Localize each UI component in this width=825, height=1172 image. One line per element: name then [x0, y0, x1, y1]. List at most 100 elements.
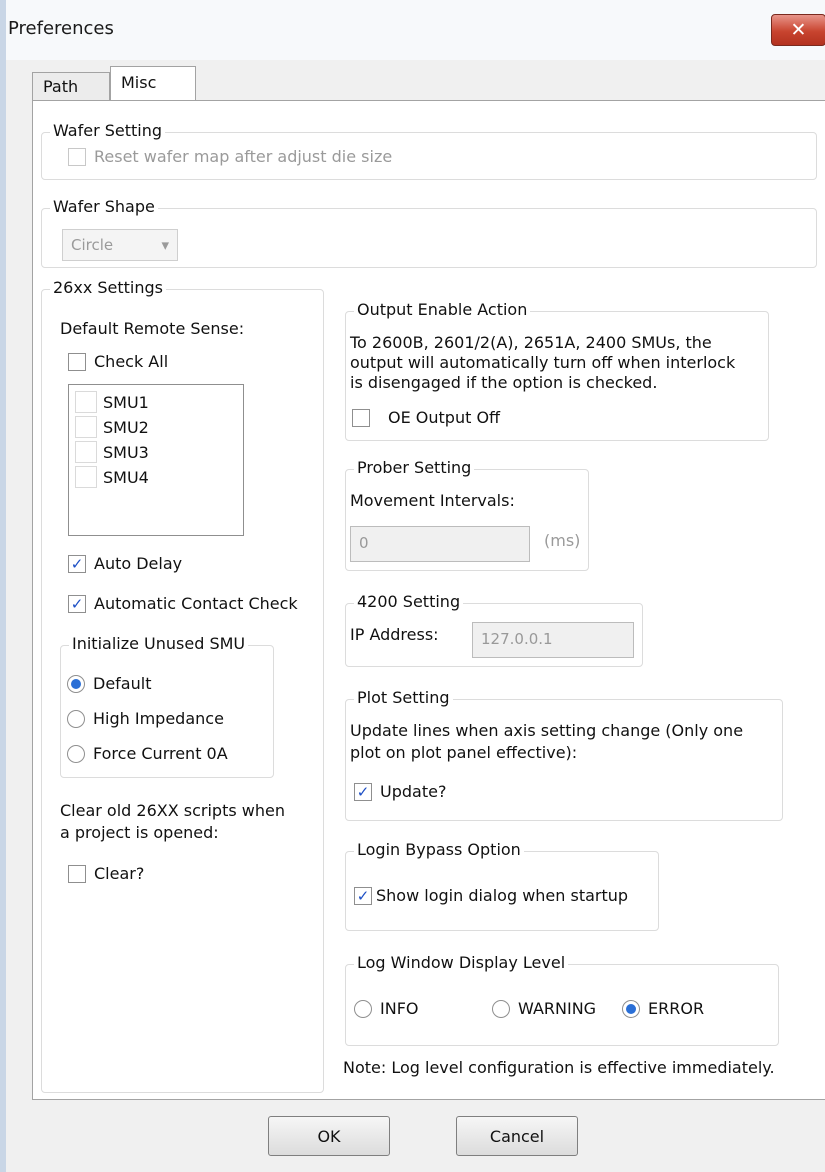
oe-output-off-option[interactable]: OE Output Off	[352, 408, 500, 427]
output-enable-desc-1: To 2600B, 2601/2(A), 2651A, 2400 SMUs, t…	[350, 333, 712, 352]
smu-list[interactable]: SMU1 SMU2 SMU3 SMU4	[68, 384, 244, 536]
auto-delay-checkbox[interactable]: ✓	[68, 554, 86, 573]
smu1-checkbox[interactable]	[75, 391, 97, 413]
update-option[interactable]: ✓ Update?	[354, 782, 446, 801]
reset-wafer-map-label: Reset wafer map after adjust die size	[94, 147, 393, 166]
misc-panel: Wafer Setting Reset wafer map after adju…	[32, 100, 825, 1100]
smu-list-item[interactable]: SMU4	[75, 466, 149, 488]
settings-26xx-group: 26xx Settings Default Remote Sense: Chec…	[41, 278, 324, 1093]
log-error-radio[interactable]	[622, 999, 640, 1018]
clear-scripts-text-2: a project is opened:	[60, 823, 219, 842]
auto-delay-option[interactable]: ✓ Auto Delay	[68, 554, 182, 573]
show-login-dialog-label: Show login dialog when startup	[376, 886, 629, 905]
radio-high-impedance[interactable]	[67, 709, 85, 728]
tab-strip: Path Misc	[6, 60, 825, 102]
cancel-button[interactable]: Cancel	[456, 1116, 578, 1156]
smu-list-item[interactable]: SMU2	[75, 416, 149, 438]
setting-4200-legend: 4200 Setting	[354, 592, 464, 611]
remote-sense-label: Default Remote Sense:	[60, 319, 245, 338]
wafer-shape-value: Circle	[71, 236, 114, 254]
plot-setting-legend: Plot Setting	[354, 688, 453, 707]
smu3-checkbox[interactable]	[75, 441, 97, 463]
auto-delay-label: Auto Delay	[94, 554, 183, 573]
plot-setting-desc-1: Update lines when axis setting change (O…	[350, 721, 744, 740]
wafer-setting-legend: Wafer Setting	[50, 121, 166, 140]
checkmark-icon: ✓	[356, 782, 370, 801]
check-all-checkbox[interactable]	[68, 352, 86, 371]
wafer-shape-legend: Wafer Shape	[50, 197, 158, 216]
wafer-shape-select[interactable]: Circle ▾	[62, 229, 178, 261]
log-error-label: ERROR	[648, 999, 705, 1018]
checkmark-icon: ✓	[70, 594, 84, 613]
radio-force-current-option[interactable]: Force Current 0A	[67, 744, 228, 763]
check-all-option[interactable]: Check All	[68, 352, 168, 371]
prober-setting-legend: Prober Setting	[354, 458, 475, 477]
show-login-dialog-option[interactable]: ✓ Show login dialog when startup	[354, 886, 628, 905]
log-level-legend: Log Window Display Level	[354, 953, 569, 972]
smu3-label: SMU3	[103, 442, 149, 462]
output-enable-group: Output Enable Action To 2600B, 2601/2(A)…	[345, 300, 769, 441]
oe-output-off-checkbox[interactable]	[352, 408, 370, 427]
log-error-option[interactable]: ERROR	[622, 999, 704, 1018]
movement-intervals-input[interactable]: 0	[350, 526, 530, 562]
radio-default[interactable]	[67, 674, 85, 693]
setting-4200-group: 4200 Setting IP Address: 127.0.0.1	[345, 592, 643, 667]
output-enable-desc-3: is disengaged if the option is checked.	[350, 373, 658, 392]
output-enable-legend: Output Enable Action	[354, 300, 531, 319]
wafer-shape-group: Wafer Shape Circle ▾	[41, 197, 817, 268]
plot-setting-group: Plot Setting Update lines when axis sett…	[345, 688, 783, 821]
clear-scripts-option[interactable]: Clear?	[68, 864, 144, 883]
update-label: Update?	[380, 782, 447, 801]
output-enable-desc-2: output will automatically turn off when …	[350, 353, 736, 372]
login-bypass-group: Login Bypass Option ✓ Show login dialog …	[345, 840, 659, 931]
title-bar: Preferences ✕	[6, 0, 825, 60]
radio-high-impedance-option[interactable]: High Impedance	[67, 709, 224, 728]
window-title: Preferences	[8, 18, 114, 39]
smu2-checkbox[interactable]	[75, 416, 97, 438]
radio-force-current-label: Force Current 0A	[93, 744, 228, 763]
prober-setting-group: Prober Setting Movement Intervals: 0 (ms…	[345, 458, 589, 571]
ok-button[interactable]: OK	[268, 1116, 390, 1156]
radio-high-impedance-label: High Impedance	[93, 709, 224, 728]
log-info-radio[interactable]	[354, 999, 372, 1018]
clear-scripts-text-1: Clear old 26XX scripts when	[60, 801, 285, 820]
clear-scripts-checkbox[interactable]	[68, 864, 86, 883]
log-warning-option[interactable]: WARNING	[492, 999, 596, 1018]
close-button[interactable]: ✕	[771, 14, 825, 46]
smu-list-item[interactable]: SMU3	[75, 441, 149, 463]
log-level-group: Log Window Display Level INFO WARNING ER…	[345, 953, 779, 1046]
tab-path[interactable]: Path	[32, 72, 110, 102]
check-all-label: Check All	[94, 352, 169, 371]
ip-address-input[interactable]: 127.0.0.1	[472, 622, 634, 658]
chevron-down-icon: ▾	[161, 236, 169, 254]
smu4-checkbox[interactable]	[75, 466, 97, 488]
radio-selected-dot	[626, 1003, 636, 1014]
log-info-label: INFO	[380, 999, 419, 1018]
log-info-option[interactable]: INFO	[354, 999, 418, 1018]
reset-wafer-map-checkbox[interactable]	[68, 147, 86, 166]
log-warning-radio[interactable]	[492, 999, 510, 1018]
checkmark-icon: ✓	[356, 886, 370, 905]
update-checkbox[interactable]: ✓	[354, 782, 372, 801]
show-login-dialog-checkbox[interactable]: ✓	[354, 886, 372, 905]
smu1-label: SMU1	[103, 392, 149, 412]
oe-output-off-label: OE Output Off	[388, 408, 501, 427]
tab-misc[interactable]: Misc	[110, 66, 196, 102]
radio-selected-dot	[71, 678, 81, 689]
settings-26xx-legend: 26xx Settings	[50, 278, 167, 297]
preferences-window: Preferences ✕ Path Misc Wafer Setting Re…	[0, 0, 825, 1172]
movement-intervals-label: Movement Intervals:	[350, 491, 515, 510]
radio-default-label: Default	[93, 674, 152, 693]
radio-default-option[interactable]: Default	[67, 674, 151, 693]
log-warning-label: WARNING	[518, 999, 597, 1018]
reset-wafer-map-option[interactable]: Reset wafer map after adjust die size	[68, 147, 392, 166]
automatic-contact-check-checkbox[interactable]: ✓	[68, 594, 86, 613]
radio-force-current[interactable]	[67, 744, 85, 763]
initialize-unused-smu-group: Initialize Unused SMU Default High Imped…	[60, 634, 274, 778]
checkmark-icon: ✓	[70, 554, 84, 573]
smu-list-item[interactable]: SMU1	[75, 391, 149, 413]
automatic-contact-check-option[interactable]: ✓ Automatic Contact Check	[68, 594, 298, 613]
login-bypass-legend: Login Bypass Option	[354, 840, 524, 859]
clear-scripts-label: Clear?	[94, 864, 145, 883]
smu2-label: SMU2	[103, 417, 149, 437]
